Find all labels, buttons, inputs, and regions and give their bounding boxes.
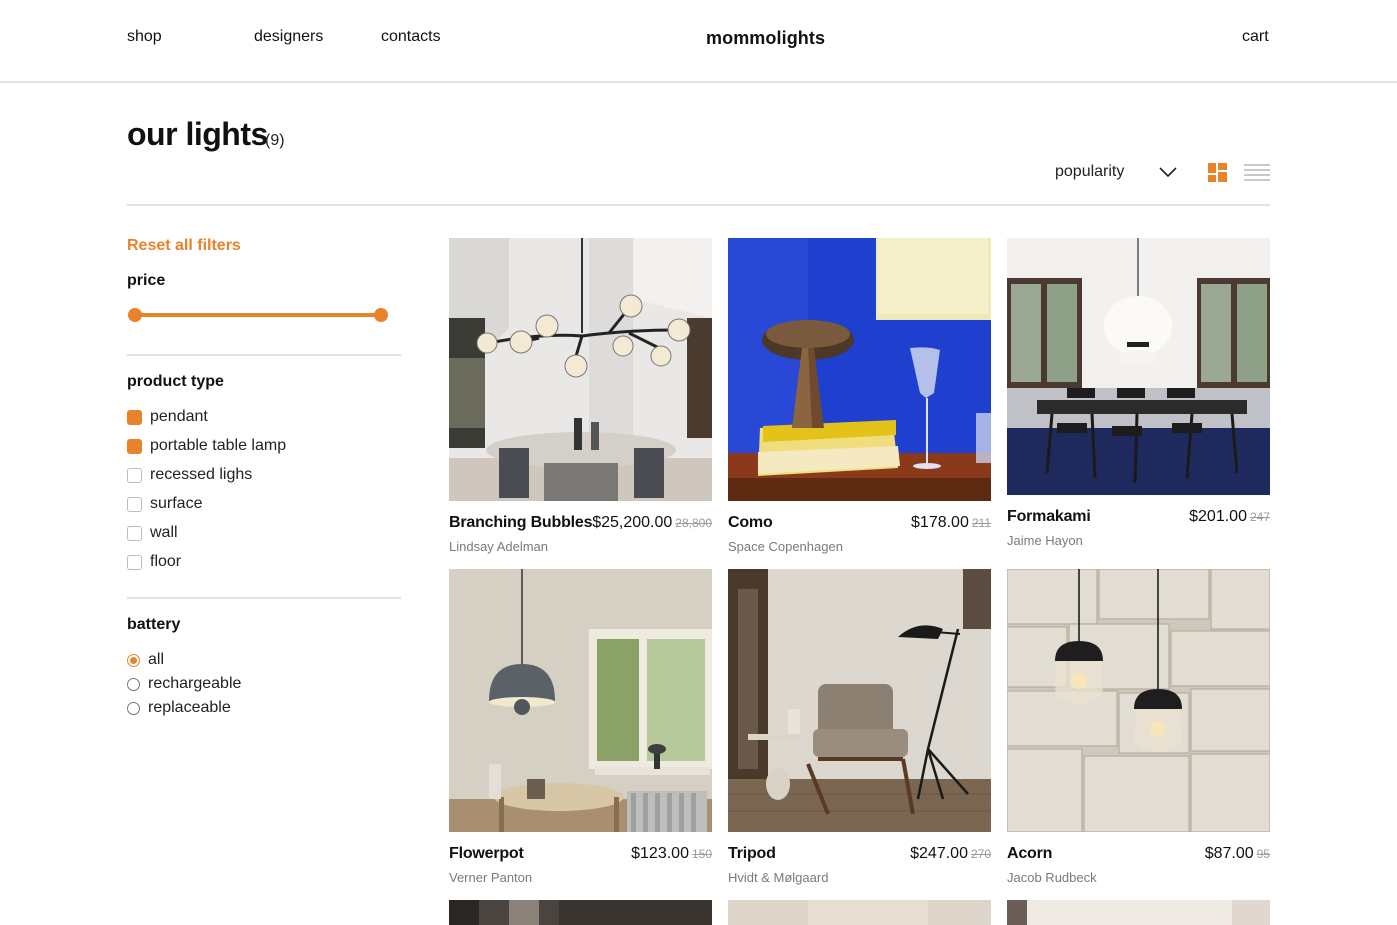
- product-type-option[interactable]: surface: [127, 493, 202, 515]
- product-price: $201.00 247: [1189, 508, 1270, 526]
- checkbox-label: floor: [150, 553, 182, 570]
- product-designer[interactable]: Lindsay Adelman: [449, 539, 548, 554]
- product-card[interactable]: Tripod $247.00 270 Hvidt & Mølgaard: [728, 569, 991, 888]
- product-designer[interactable]: Hvidt & Mølgaard: [728, 870, 828, 885]
- nav-contacts-link[interactable]: contacts: [381, 28, 441, 46]
- checkbox[interactable]: [127, 438, 142, 454]
- sort-select-value[interactable]: popularity: [1055, 163, 1124, 181]
- list-view-icon[interactable]: [1244, 163, 1270, 183]
- old-price: 247: [1249, 510, 1270, 524]
- battery-option[interactable]: all: [127, 650, 164, 670]
- old-price: 28,800: [675, 516, 712, 530]
- product-designer[interactable]: Space Copenhagen: [728, 539, 843, 554]
- product-card[interactable]: Como $178.00 211 Space Copenhagen: [728, 238, 991, 557]
- product-type-heading: product type: [127, 373, 224, 390]
- old-price: 211: [971, 516, 991, 530]
- price-range-track[interactable]: [135, 313, 381, 317]
- radio-label: rechargeable: [148, 675, 242, 692]
- current-price: $178.00: [911, 514, 969, 531]
- product-card[interactable]: Branching Bubbles $25,200.00 28,800 Linds…: [449, 238, 712, 557]
- page-title: our lights: [127, 116, 268, 152]
- product-name[interactable]: Tripod: [728, 845, 776, 863]
- current-price: $123.00: [631, 845, 689, 862]
- product-card[interactable]: Formakami $201.00 247 Jaime Hayon: [1007, 238, 1270, 551]
- product-designer[interactable]: Verner Panton: [449, 870, 532, 885]
- product-image[interactable]: [728, 569, 991, 832]
- checkbox[interactable]: [127, 525, 142, 541]
- current-price: $201.00: [1189, 508, 1247, 525]
- product-name[interactable]: Branching Bubbles: [449, 514, 592, 532]
- battery-option[interactable]: rechargeable: [127, 674, 241, 694]
- product-price: $178.00 211: [911, 514, 991, 532]
- title-divider: [127, 204, 1270, 206]
- current-price: $25,200.00: [592, 514, 673, 531]
- filter-divider: [127, 354, 401, 356]
- price-range-min-handle[interactable]: [128, 308, 142, 322]
- checkbox-label: portable table lamp: [150, 437, 287, 454]
- product-type-option[interactable]: wall: [127, 522, 178, 544]
- product-image[interactable]: [728, 238, 991, 501]
- current-price: $87.00: [1204, 845, 1254, 862]
- product-image[interactable]: [449, 569, 712, 832]
- product-type-option[interactable]: portable table lamp: [127, 435, 286, 457]
- product-designer[interactable]: Jacob Rudbeck: [1007, 870, 1097, 885]
- radio-button[interactable]: [127, 653, 140, 667]
- old-price: 150: [691, 847, 712, 861]
- checkbox[interactable]: [127, 409, 142, 425]
- product-count: (9): [265, 132, 285, 149]
- product-image[interactable]: [1007, 569, 1270, 832]
- checkbox-label: wall: [150, 524, 178, 541]
- filter-divider: [127, 597, 401, 599]
- site-header: shop designers contacts mommolights cart: [0, 0, 1397, 83]
- product-name[interactable]: Acorn: [1007, 845, 1052, 863]
- product-name[interactable]: Formakami: [1007, 508, 1091, 526]
- reset-filters-link[interactable]: Reset all filters: [127, 237, 241, 255]
- price-filter-heading: price: [127, 272, 166, 289]
- product-card[interactable]: Acorn $87.00 95 Jacob Rudbeck: [1007, 569, 1270, 888]
- checkbox-label: surface: [150, 495, 203, 512]
- product-type-option[interactable]: pendant: [127, 406, 208, 428]
- product-price: $123.00 150: [631, 845, 712, 863]
- product-price: $87.00 95: [1205, 845, 1270, 863]
- product-image-partial[interactable]: [728, 900, 991, 925]
- radio-button[interactable]: [127, 701, 140, 715]
- current-price: $247.00: [910, 845, 968, 862]
- site-logo[interactable]: mommolights: [706, 28, 825, 49]
- checkbox[interactable]: [127, 467, 142, 483]
- checkbox[interactable]: [127, 496, 142, 512]
- radio-label: all: [148, 651, 165, 668]
- radio-label: replaceable: [148, 699, 231, 716]
- product-image[interactable]: [1007, 238, 1270, 495]
- product-image-partial[interactable]: [1007, 900, 1270, 925]
- checkbox-label: recessed lighs: [150, 466, 253, 483]
- price-range-max-handle[interactable]: [374, 308, 388, 322]
- product-image[interactable]: [449, 238, 712, 501]
- nav-shop-link[interactable]: shop: [127, 28, 162, 46]
- old-price: 270: [970, 847, 991, 861]
- checkbox[interactable]: [127, 554, 142, 570]
- chevron-down-icon[interactable]: [1158, 165, 1178, 179]
- cart-link[interactable]: cart: [1242, 28, 1269, 46]
- product-type-option[interactable]: floor: [127, 551, 181, 573]
- battery-option[interactable]: replaceable: [127, 698, 231, 718]
- product-price: $25,200.00 28,800: [592, 514, 712, 532]
- old-price: 95: [1256, 847, 1270, 861]
- product-image-partial[interactable]: [449, 900, 712, 925]
- checkbox-label: pendant: [150, 408, 208, 425]
- product-price: $247.00 270: [910, 845, 991, 863]
- grid-view-icon[interactable]: [1208, 163, 1227, 182]
- product-card[interactable]: Flowerpot $123.00 150 Verner Panton: [449, 569, 712, 888]
- product-type-option[interactable]: recessed lighs: [127, 464, 252, 486]
- product-name[interactable]: Como: [728, 514, 773, 532]
- nav-designers-link[interactable]: designers: [254, 28, 323, 46]
- radio-button[interactable]: [127, 677, 140, 691]
- product-designer[interactable]: Jaime Hayon: [1007, 533, 1083, 548]
- product-name[interactable]: Flowerpot: [449, 845, 524, 863]
- battery-heading: battery: [127, 616, 181, 633]
